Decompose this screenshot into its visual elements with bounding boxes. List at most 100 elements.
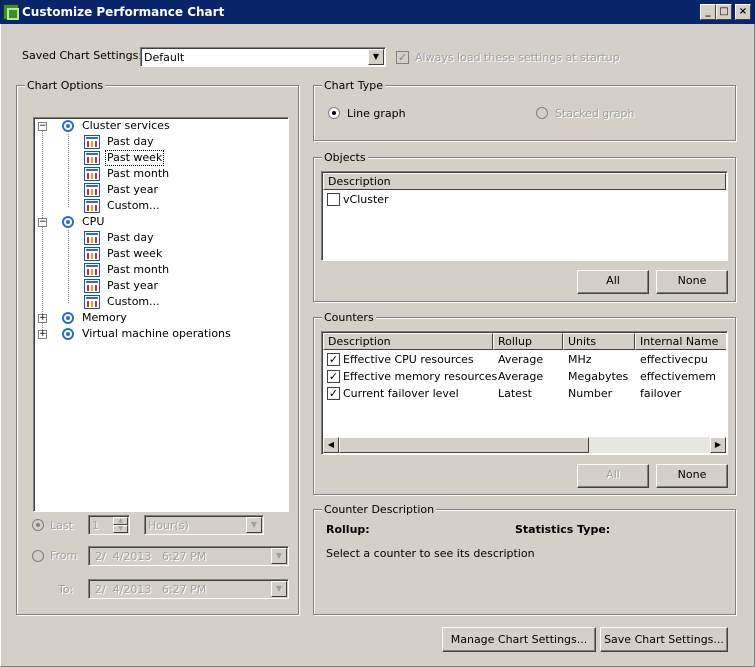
save-chart-settings-button[interactable]: Save Chart Settings... bbox=[600, 627, 728, 652]
last-unit-combo[interactable]: Hour(s) ▼ bbox=[144, 515, 264, 535]
app-icon bbox=[3, 4, 19, 20]
spin-down-icon[interactable]: ▼ bbox=[113, 525, 128, 533]
chevron-down-icon[interactable]: ▼ bbox=[246, 517, 262, 533]
counters-all-button[interactable]: All bbox=[577, 464, 649, 488]
chart-icon bbox=[84, 183, 100, 197]
line-graph-radio[interactable] bbox=[328, 107, 340, 119]
chevron-down-icon[interactable]: ▼ bbox=[271, 581, 287, 597]
counter-checkbox[interactable]: ✓ bbox=[327, 353, 340, 366]
counter-group-icon bbox=[62, 216, 74, 228]
chart-icon bbox=[84, 199, 100, 213]
expand-icon[interactable]: + bbox=[38, 314, 47, 323]
tree-item-label: Custom... bbox=[107, 199, 160, 212]
chart-type-label: Chart Type bbox=[322, 79, 385, 92]
column-header-internal-name[interactable]: Internal Name bbox=[635, 333, 726, 350]
minimize-button[interactable]: _ bbox=[700, 4, 716, 20]
vcluster-label: vCluster bbox=[343, 193, 389, 206]
objects-list[interactable]: Description bbox=[321, 171, 728, 261]
tree-item-label: Past year bbox=[107, 183, 158, 196]
manage-chart-settings-button[interactable]: Manage Chart Settings... bbox=[442, 627, 596, 652]
counters-none-button[interactable]: None bbox=[656, 464, 728, 488]
to-date-picker[interactable]: 2/ 4/2013 6:27 PM ▼ bbox=[88, 579, 289, 599]
collapse-icon[interactable]: − bbox=[38, 218, 47, 227]
chart-icon bbox=[84, 151, 100, 165]
last-radio[interactable] bbox=[32, 519, 44, 531]
chart-icon bbox=[84, 247, 100, 261]
scrollbar-thumb[interactable] bbox=[339, 437, 589, 453]
saved-settings-label: Saved Chart Settings: bbox=[22, 49, 143, 62]
counter-internal-name: failover bbox=[640, 387, 682, 400]
objects-none-button[interactable]: None bbox=[656, 270, 728, 294]
collapse-icon[interactable]: − bbox=[38, 122, 47, 131]
tree-item-label: Past day bbox=[107, 231, 154, 244]
maximize-button[interactable]: □ bbox=[716, 4, 732, 20]
counter-group-icon bbox=[62, 312, 74, 324]
counter-description-label: Counter Description bbox=[322, 503, 437, 516]
vcluster-checkbox[interactable] bbox=[327, 193, 340, 206]
close-button[interactable]: × bbox=[735, 4, 751, 20]
counter-internal-name: effectivemem bbox=[640, 370, 717, 383]
chevron-down-icon[interactable]: ▼ bbox=[271, 548, 287, 564]
tree-node-label: Memory bbox=[82, 311, 127, 324]
chart-icon bbox=[84, 263, 100, 277]
tree-line bbox=[68, 134, 69, 207]
horizontal-scrollbar[interactable]: ◀ ▶ bbox=[323, 437, 726, 453]
stacked-graph-radio[interactable] bbox=[536, 107, 548, 119]
counter-description: Effective memory resources bbox=[343, 370, 498, 383]
counter-description: Current failover level bbox=[343, 387, 459, 400]
column-header-units[interactable]: Units bbox=[563, 333, 635, 350]
tree-node-memory[interactable]: + Memory bbox=[38, 310, 268, 326]
tree-item-label: Past week bbox=[107, 247, 163, 260]
expand-icon[interactable]: + bbox=[38, 330, 47, 339]
window-title: Customize Performance Chart bbox=[22, 5, 225, 19]
chevron-down-icon[interactable]: ▼ bbox=[368, 49, 384, 65]
to-date-value: 2/ 4/2013 6:27 PM bbox=[95, 583, 207, 596]
from-date-value: 2/ 4/2013 6:27 PM bbox=[95, 550, 207, 563]
tree-line bbox=[42, 130, 43, 330]
last-label: Last bbox=[50, 519, 73, 532]
chart-icon bbox=[84, 167, 100, 181]
tree-item-label: Past month bbox=[107, 167, 170, 180]
saved-settings-combo[interactable]: Default ▼ bbox=[140, 47, 386, 67]
always-load-checkbox[interactable]: ✓ bbox=[396, 51, 409, 64]
from-date-picker[interactable]: 2/ 4/2013 6:27 PM ▼ bbox=[88, 546, 289, 566]
from-radio[interactable] bbox=[32, 550, 44, 562]
tree-item-label: Past year bbox=[107, 279, 158, 292]
always-load-label: Always load these settings at startup bbox=[415, 51, 620, 64]
title-bar: Customize Performance Chart _ □ × bbox=[0, 0, 755, 24]
counter-units: Number bbox=[568, 387, 613, 400]
counter-rollup: Average bbox=[498, 370, 544, 383]
chart-icon bbox=[84, 295, 100, 309]
column-header-description[interactable]: Description bbox=[323, 173, 726, 190]
counter-units: Megabytes bbox=[568, 370, 629, 383]
scroll-left-icon[interactable]: ◀ bbox=[323, 437, 339, 453]
counter-description: Effective CPU resources bbox=[343, 353, 474, 366]
counter-checkbox[interactable]: ✓ bbox=[327, 387, 340, 400]
spin-up-icon[interactable]: ▲ bbox=[113, 517, 128, 525]
counter-rollup: Latest bbox=[498, 387, 532, 400]
last-value-spinner[interactable]: 1 ▲ ▼ bbox=[88, 515, 130, 535]
chart-icon bbox=[84, 231, 100, 245]
statistics-type-label: Statistics Type: bbox=[515, 523, 611, 536]
to-label: To: bbox=[58, 583, 74, 596]
tree-node-cpu[interactable]: − CPU bbox=[38, 214, 268, 230]
counters-label: Counters bbox=[322, 311, 376, 324]
counter-description-hint: Select a counter to see its description bbox=[326, 547, 535, 560]
tree-node-vm-operations[interactable]: + Virtual machine operations bbox=[38, 326, 268, 342]
chart-icon bbox=[84, 279, 100, 293]
last-unit-value: Hour(s) bbox=[148, 519, 189, 532]
scroll-right-icon[interactable]: ▶ bbox=[710, 437, 726, 453]
tree-item-label: Past month bbox=[107, 263, 170, 276]
column-header-description[interactable]: Description bbox=[323, 333, 493, 350]
tree-node-label: Virtual machine operations bbox=[82, 327, 231, 340]
tree-node-label: Cluster services bbox=[82, 119, 170, 132]
counter-units: MHz bbox=[568, 353, 592, 366]
column-header-rollup[interactable]: Rollup bbox=[493, 333, 563, 350]
objects-all-button[interactable]: All bbox=[577, 270, 649, 294]
chart-icon bbox=[84, 135, 100, 149]
rollup-label: Rollup: bbox=[326, 523, 370, 536]
chart-options-label: Chart Options bbox=[25, 79, 106, 92]
counter-checkbox[interactable]: ✓ bbox=[327, 370, 340, 383]
tree-node-cluster-services[interactable]: − Cluster services bbox=[38, 118, 268, 134]
counter-internal-name: effectivecpu bbox=[640, 353, 708, 366]
